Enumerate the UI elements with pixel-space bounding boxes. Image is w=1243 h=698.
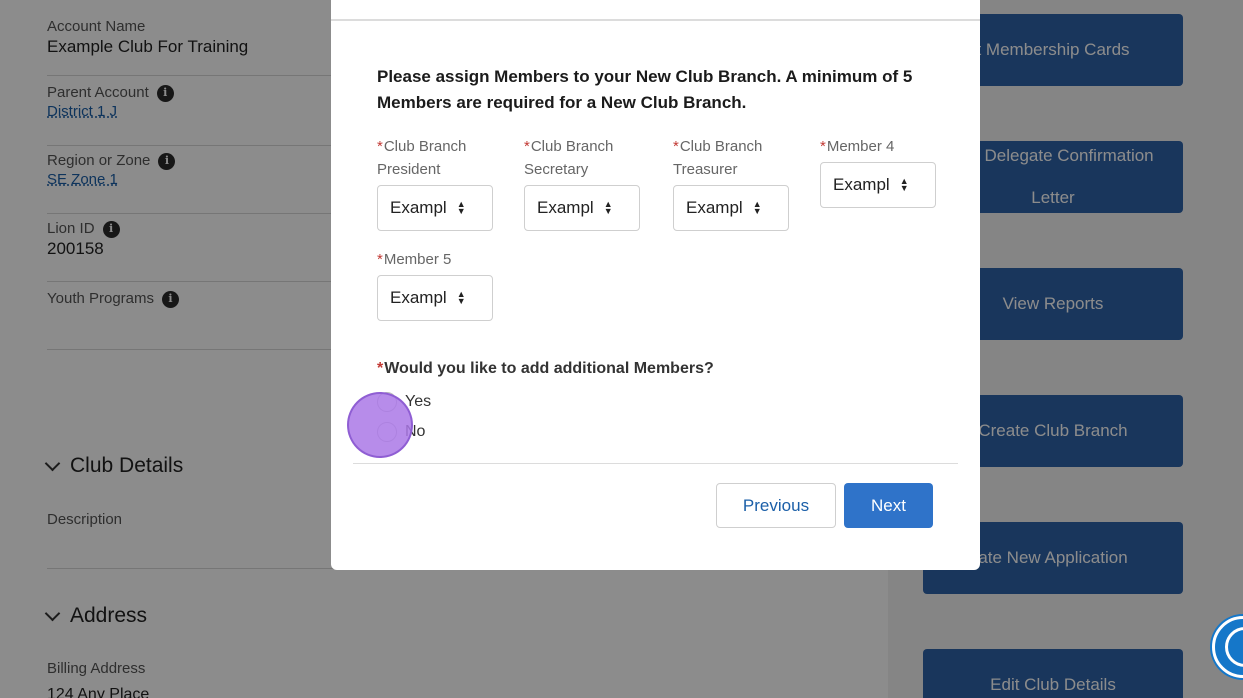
updown-arrows-icon: ▲ ▼ — [899, 176, 909, 193]
select-label: Member 5 — [383, 251, 452, 268]
club-branch-president-select-group: *Club Branch President Exampl ▲ ▼ — [377, 135, 493, 231]
club-branch-secretary-select-group: *Club Branch Secretary Exampl ▲ ▼ — [524, 135, 640, 231]
modal-header-divider — [331, 19, 980, 21]
select-value: Exampl — [833, 175, 890, 194]
member-4-select[interactable]: Exampl ▲ ▼ — [820, 162, 936, 208]
select-value: Exampl — [537, 198, 594, 217]
member-5-select[interactable]: Exampl ▲ ▼ — [377, 275, 493, 321]
club-branch-treasurer-select-group: *Club Branch Treasurer Exampl ▲ ▼ — [673, 135, 789, 231]
club-branch-treasurer-select[interactable]: Exampl ▲ ▼ — [673, 185, 789, 231]
new-club-branch-modal: Please assign Members to your New Club B… — [331, 0, 980, 570]
additional-members-question: *Would you like to add additional Member… — [377, 360, 714, 377]
updown-arrows-icon: ▲ ▼ — [752, 199, 762, 216]
modal-footer-divider — [353, 463, 958, 464]
required-marker: * — [673, 138, 679, 155]
club-branch-secretary-select[interactable]: Exampl ▲ ▼ — [524, 185, 640, 231]
next-button[interactable]: Next — [844, 483, 933, 528]
select-value: Exampl — [390, 288, 447, 307]
required-marker: * — [820, 138, 826, 155]
select-value: Exampl — [390, 198, 447, 217]
click-indicator — [347, 392, 413, 458]
updown-arrows-icon: ▲ ▼ — [456, 289, 466, 306]
required-marker: * — [377, 360, 384, 377]
updown-arrows-icon: ▲ ▼ — [603, 199, 613, 216]
member-5-select-group: *Member 5 Exampl ▲ ▼ — [377, 248, 493, 321]
modal-instructions: Please assign Members to your New Club B… — [377, 67, 913, 112]
required-marker: * — [377, 138, 383, 155]
club-branch-president-select[interactable]: Exampl ▲ ▼ — [377, 185, 493, 231]
member-4-select-group: *Member 4 Exampl ▲ ▼ — [820, 135, 936, 208]
updown-arrows-icon: ▲ ▼ — [456, 199, 466, 216]
select-label: Club Branch Treasurer — [673, 138, 763, 178]
select-value: Exampl — [686, 198, 743, 217]
select-label: Member 4 — [826, 138, 895, 155]
required-marker: * — [377, 251, 383, 268]
select-label: Club Branch President — [377, 138, 467, 178]
previous-button[interactable]: Previous — [716, 483, 836, 528]
required-marker: * — [524, 138, 530, 155]
select-label: Club Branch Secretary — [524, 138, 614, 178]
